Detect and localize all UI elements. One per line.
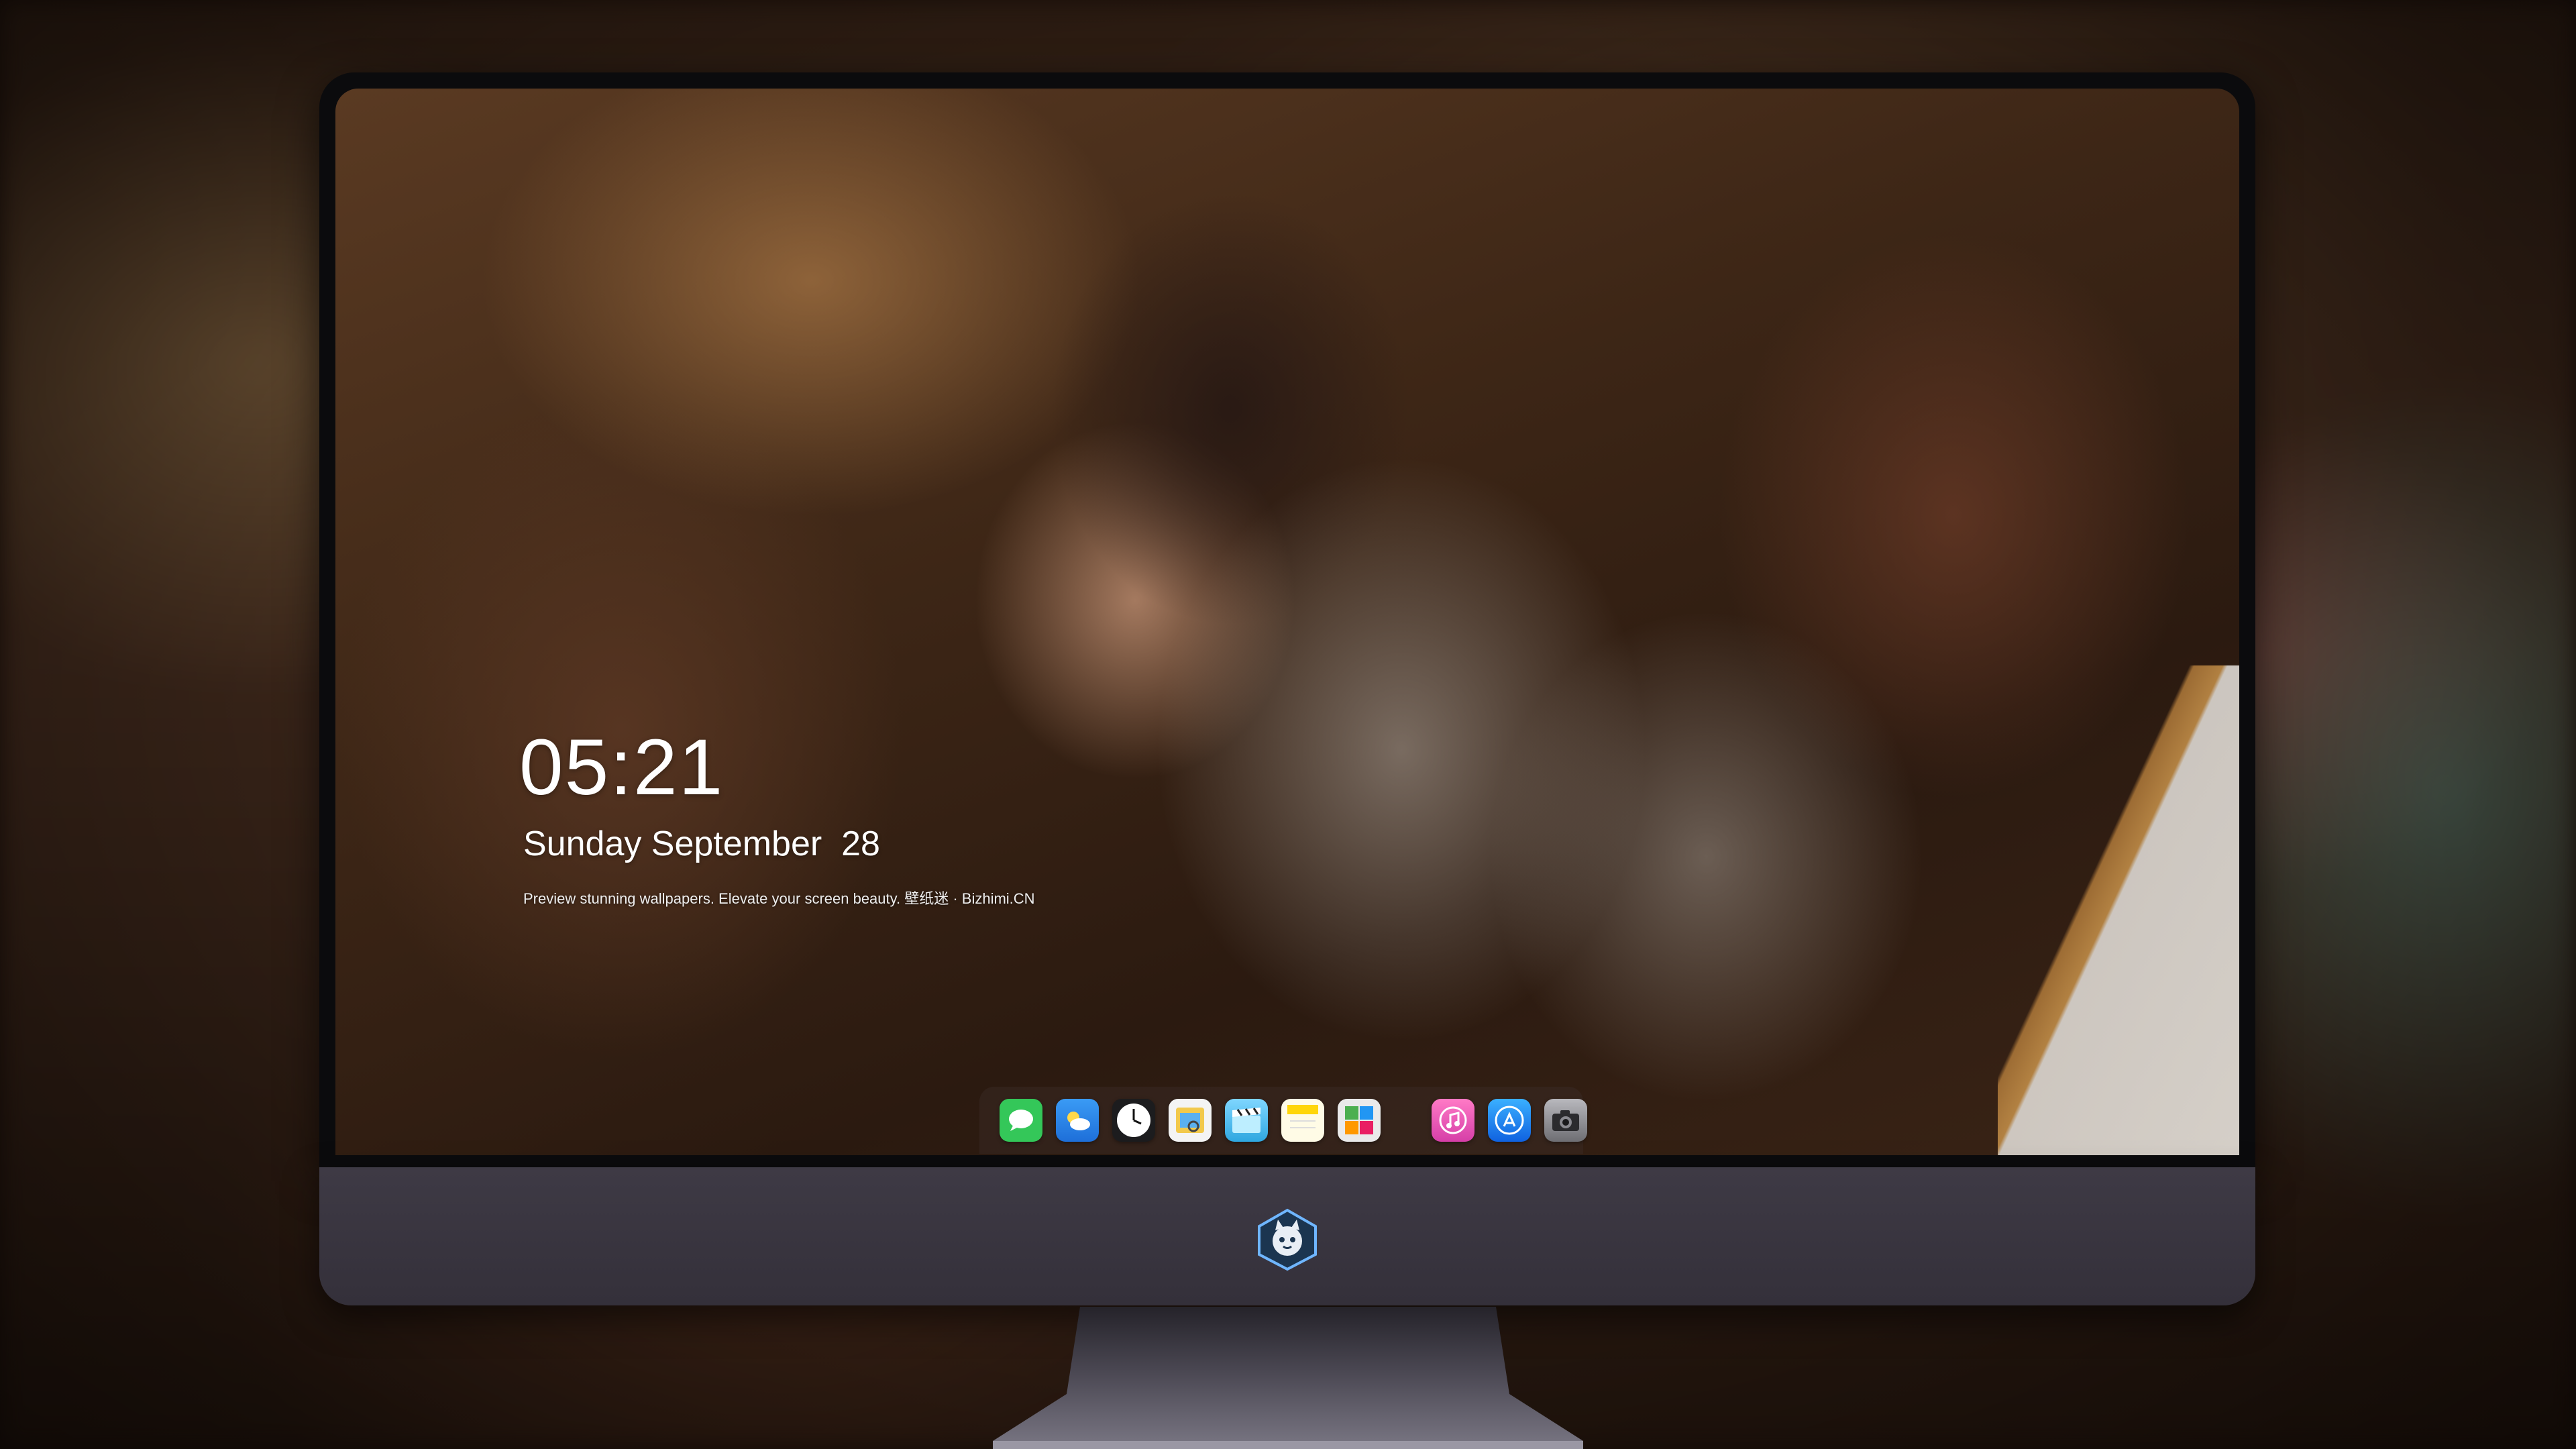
lock-date: Sunday September 28 xyxy=(523,824,880,863)
camera-icon[interactable] xyxy=(1544,1099,1587,1142)
clock-icon[interactable] xyxy=(1112,1099,1155,1142)
wallpaper-easel xyxy=(1998,665,2239,1155)
preview-icon[interactable] xyxy=(1169,1099,1212,1142)
cat-logo-icon xyxy=(1255,1208,1320,1272)
video-icon[interactable] xyxy=(1225,1099,1268,1142)
lock-screen[interactable]: 05:21 Sunday September 28 Preview stunni… xyxy=(335,89,2239,1155)
music-icon[interactable] xyxy=(1432,1099,1474,1142)
lock-time: 05:21 xyxy=(519,723,724,812)
monitor: 05:21 Sunday September 28 Preview stunni… xyxy=(319,72,2255,1307)
weather-icon[interactable] xyxy=(1056,1099,1099,1142)
dock xyxy=(979,1087,1587,1154)
lock-tagline: Preview stunning wallpapers. Elevate you… xyxy=(523,890,1035,907)
monitor-bezel: 05:21 Sunday September 28 Preview stunni… xyxy=(319,72,2255,1167)
notes-icon[interactable] xyxy=(1281,1099,1324,1142)
messages-icon[interactable] xyxy=(1000,1099,1042,1142)
monitor-chin xyxy=(319,1167,2255,1305)
photos-icon[interactable] xyxy=(1338,1099,1381,1142)
monitor-stand xyxy=(993,1307,1583,1449)
app-store-icon[interactable] xyxy=(1488,1099,1531,1142)
